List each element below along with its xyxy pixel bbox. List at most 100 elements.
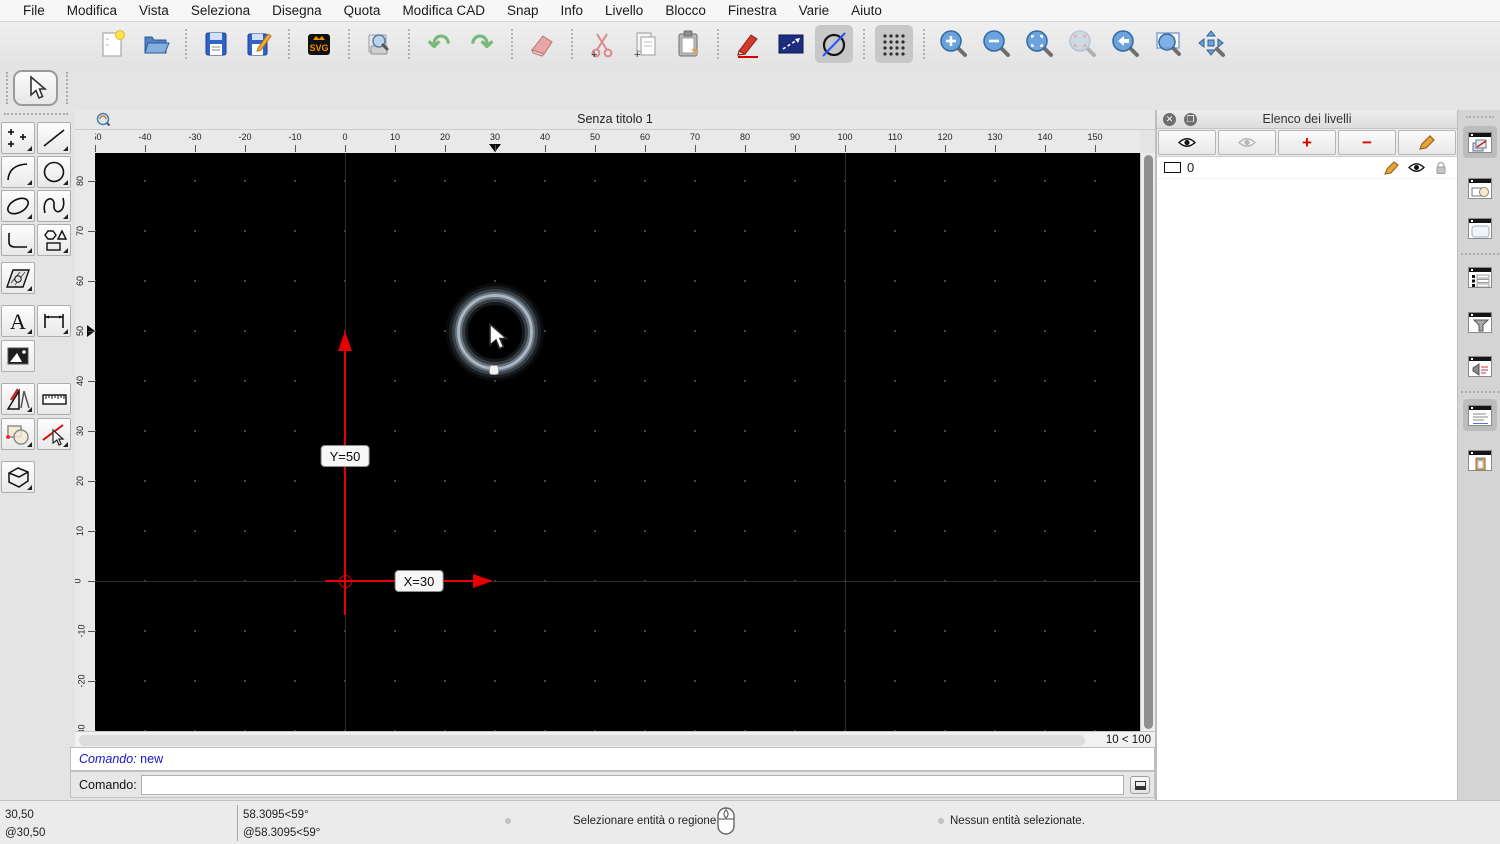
circle-icon [43, 161, 65, 183]
selection-tool-button[interactable] [13, 70, 58, 106]
dock-handle[interactable] [1466, 116, 1494, 118]
menu-item[interactable]: Blocco [654, 3, 717, 18]
pan-button[interactable] [1193, 25, 1231, 63]
erase-button[interactable] [523, 25, 561, 63]
ellipse-tool-button[interactable] [1, 190, 35, 222]
shapes-tool-button[interactable] [37, 224, 71, 256]
construction-icon [6, 388, 30, 410]
menu-item[interactable]: Quota [333, 3, 392, 18]
svg-export-button[interactable]: SVG [300, 25, 338, 63]
open-document-button[interactable] [137, 25, 175, 63]
plus-icon: + [1302, 132, 1312, 152]
horizontal-ruler: -50 -40 -30 -20 -10 0 10 [95, 130, 1140, 153]
edit-layer-button[interactable] [1398, 130, 1456, 155]
zoom-out-icon [983, 30, 1010, 57]
menu-item[interactable]: Seleziona [180, 3, 261, 18]
arc-tool-button[interactable] [1, 156, 35, 188]
menu-item[interactable]: Modifica [56, 3, 128, 18]
add-layer-button[interactable]: + [1278, 130, 1336, 155]
zoom-selection-button[interactable] [1064, 25, 1102, 63]
library-browser-toggle-button[interactable] [1463, 212, 1497, 244]
eye-grey-icon [1238, 138, 1256, 147]
menu-item[interactable]: Finestra [717, 3, 788, 18]
polyline-tool-button[interactable] [1, 224, 35, 256]
draw-pencil-button[interactable] [729, 25, 767, 63]
selection-status: Nessun entità selezionate. [950, 815, 1085, 827]
menu-item[interactable]: Info [550, 3, 595, 18]
zoom-in-button[interactable] [935, 25, 973, 63]
draft-mode-button[interactable] [815, 25, 853, 63]
circle-tool-button[interactable] [37, 156, 71, 188]
modify-tool-button[interactable] [1, 418, 35, 450]
layer-edit-pencil-icon[interactable] [1384, 161, 1399, 178]
property-editor-toggle-button[interactable] [1463, 261, 1497, 293]
clipboard-panel-toggle-button[interactable] [1463, 444, 1497, 476]
auto-zoom-button[interactable] [1021, 25, 1059, 63]
cut-button[interactable]: + [583, 25, 621, 63]
measure-tool-button[interactable] [37, 383, 71, 415]
palette-handle[interactable] [4, 113, 68, 115]
command-toggle-button[interactable] [1130, 776, 1150, 794]
command-input[interactable] [141, 775, 1124, 795]
zoom-out-button[interactable] [978, 25, 1016, 63]
cursor-coordinates-absolute: 30,50 [5, 809, 34, 821]
vertical-scrollbar-thumb[interactable] [1144, 155, 1153, 729]
menu-item[interactable]: Varie [788, 3, 841, 18]
block-list-toggle-button[interactable] [1463, 172, 1497, 204]
spline-tool-button[interactable] [37, 190, 71, 222]
selection-filter-toggle-button[interactable] [1463, 306, 1497, 338]
image-tool-button[interactable] [1, 340, 35, 372]
dimension-tool-button[interactable] [37, 305, 71, 337]
menu-item[interactable]: Snap [496, 3, 550, 18]
layer-visibility-eye-icon[interactable] [1408, 161, 1425, 177]
command-input-row: Comando: [70, 771, 1155, 798]
print-preview-button[interactable] [360, 25, 398, 63]
layer-row[interactable]: 0 [1157, 157, 1457, 179]
previous-view-button[interactable] [1107, 25, 1145, 63]
trim-tool-button[interactable] [37, 418, 71, 450]
grid-icon [883, 34, 905, 56]
hatch-icon [6, 269, 30, 288]
menu-item[interactable]: Modifica CAD [391, 3, 496, 18]
drawing-canvas[interactable]: Y=50 X=30 [95, 153, 1140, 731]
line-tool-button[interactable] [37, 122, 71, 154]
ortho-bounds-button[interactable] [772, 25, 810, 63]
toolbar-handle[interactable] [66, 72, 68, 104]
save-document-as-button[interactable] [240, 25, 278, 63]
show-all-layers-button[interactable] [1158, 130, 1216, 155]
announcements-toggle-button[interactable] [1463, 350, 1497, 382]
menu-item[interactable]: Livello [594, 3, 654, 18]
vertical-scrollbar[interactable] [1140, 153, 1155, 731]
construction-tool-button[interactable] [1, 383, 35, 415]
layer-color-swatch[interactable] [1164, 162, 1181, 173]
save-document-button[interactable] [197, 25, 235, 63]
undo-button[interactable]: ↶ [420, 25, 458, 63]
horizontal-scrollbar[interactable] [75, 731, 1093, 748]
command-line-toggle-button[interactable] [1463, 399, 1497, 431]
toolbar-handle[interactable] [6, 72, 8, 104]
window-zoom-button[interactable] [1150, 25, 1188, 63]
grid-toggle-button[interactable] [875, 25, 913, 63]
copy-button[interactable]: + [626, 25, 664, 63]
dimension-icon [44, 314, 64, 328]
copy-icon: + [634, 32, 656, 61]
points-tool-button[interactable] [1, 122, 35, 154]
hatch-tool-button[interactable] [1, 262, 35, 294]
box-3d-tool-button[interactable] [1, 461, 35, 493]
layer-lock-icon[interactable] [1435, 161, 1447, 178]
menu-item[interactable]: File [12, 3, 56, 18]
new-document-button[interactable] [94, 25, 132, 63]
paste-button[interactable] [669, 25, 707, 63]
redo-button[interactable]: ↷ [463, 25, 501, 63]
remove-layer-button[interactable]: − [1338, 130, 1396, 155]
hide-all-layers-button[interactable] [1218, 130, 1276, 155]
circle-reference-point[interactable] [489, 365, 499, 375]
menu-item[interactable]: Aiuto [840, 3, 893, 18]
dock-separator [1461, 253, 1499, 255]
text-tool-button[interactable]: A [1, 305, 35, 337]
menu-item[interactable]: Disegna [261, 3, 333, 18]
layer-list-toggle-button[interactable] [1463, 126, 1497, 158]
horizontal-scrollbar-thumb[interactable] [79, 735, 1085, 746]
menu-item[interactable]: Vista [128, 3, 180, 18]
polyline-icon [8, 233, 27, 248]
